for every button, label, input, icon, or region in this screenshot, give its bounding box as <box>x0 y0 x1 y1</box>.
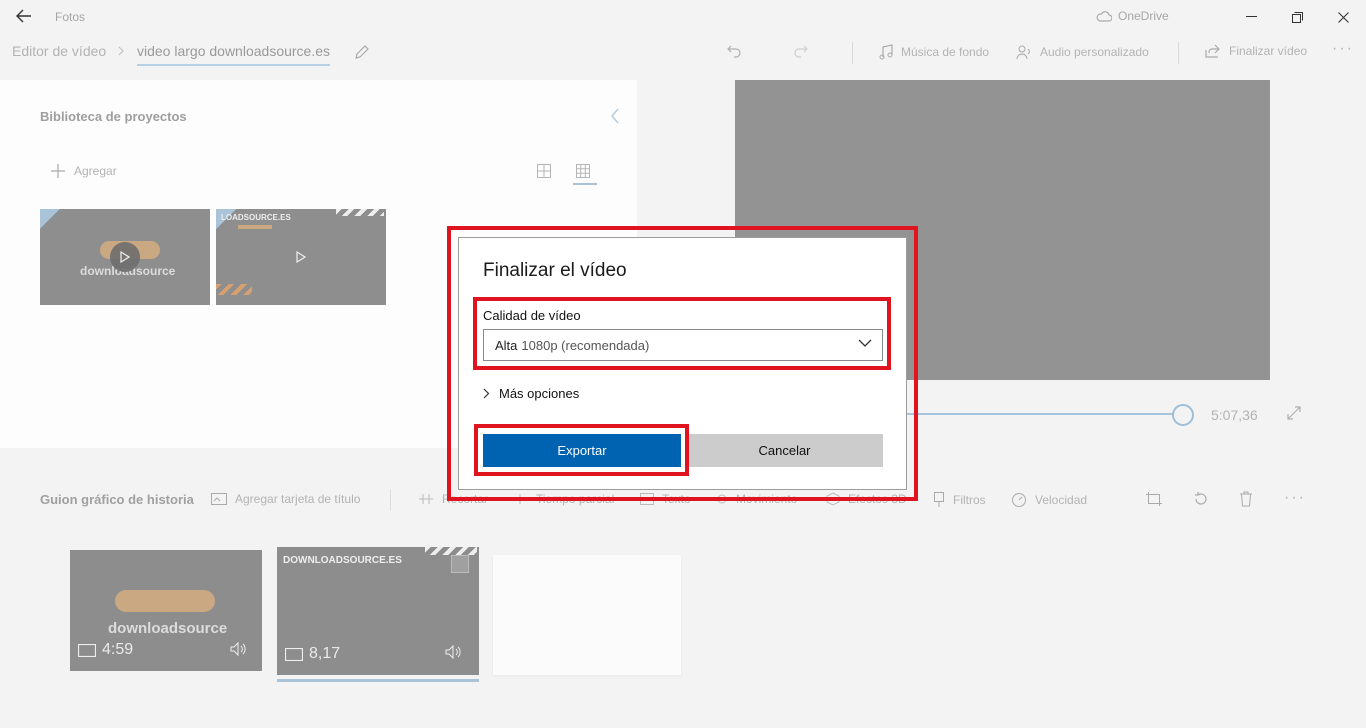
small-grid-icon[interactable] <box>576 164 590 178</box>
finish-video-label: Finalizar vídeo <box>1229 44 1308 58</box>
filters-button[interactable]: Filtros <box>933 492 986 508</box>
clip-frame-icon <box>78 643 96 657</box>
background-music-label: Música de fondo <box>901 45 990 59</box>
redo-icon[interactable] <box>793 43 809 59</box>
minimize-button[interactable] <box>1236 6 1266 28</box>
corner-fold <box>40 209 60 229</box>
finish-video-button[interactable]: Finalizar vídeo <box>1205 44 1307 58</box>
quality-value-main: Alta <box>495 337 518 353</box>
background-music-button[interactable]: Música de fondo <box>879 44 989 60</box>
clip-duration-text: 8,17 <box>309 645 341 662</box>
brand-text: LOADSOURCE.ES <box>221 213 291 222</box>
selected-clip-indicator <box>277 679 479 682</box>
more-options-icon[interactable]: ··· <box>1332 40 1354 58</box>
delete-icon[interactable] <box>1239 491 1253 507</box>
toolbar-divider <box>1178 42 1179 64</box>
add-title-card-button[interactable]: Agregar tarjeta de título <box>211 492 360 506</box>
filter-icon <box>933 492 945 508</box>
library-thumbnail[interactable]: downloadsource <box>40 209 210 305</box>
clip-duration: 4:59 <box>78 641 133 659</box>
speed-button[interactable]: Velocidad <box>1011 492 1087 508</box>
rotate-icon[interactable] <box>1193 491 1209 507</box>
dialog-title: Finalizar el vídeo <box>483 260 627 281</box>
clip-duration-text: 4:59 <box>102 641 134 658</box>
stripe-decoration <box>425 547 477 555</box>
plus-icon <box>50 163 66 179</box>
playback-scrubber-track[interactable] <box>900 413 1180 415</box>
breadcrumb-parent[interactable]: Editor de vídeo <box>12 43 106 59</box>
add-media-button[interactable]: Agregar <box>50 163 117 179</box>
close-icon <box>1337 11 1349 23</box>
collapse-chevron-icon[interactable] <box>610 108 620 124</box>
app-title: Fotos <box>55 10 86 24</box>
minimize-icon <box>1245 16 1257 18</box>
storyboard-title: Guion gráfico de historia <box>40 492 194 507</box>
logo-flame-shape <box>115 590 215 612</box>
more-options-toggle[interactable]: Más opciones <box>483 386 579 401</box>
title-card-icon <box>211 493 227 505</box>
more-options-label: Más opciones <box>499 386 580 401</box>
add-media-label: Agregar <box>74 164 117 178</box>
expand-icon[interactable] <box>1287 406 1301 420</box>
back-arrow-icon[interactable] <box>16 9 32 23</box>
filters-label: Filtros <box>953 493 986 507</box>
export-button[interactable]: Exportar <box>483 434 681 467</box>
clip-frame-icon <box>285 647 303 661</box>
clip-duration: 8,17 <box>285 645 340 663</box>
storyboard-more-icon[interactable]: ··· <box>1284 489 1306 507</box>
pencil-icon[interactable] <box>354 44 370 60</box>
cancel-button[interactable]: Cancelar <box>686 434 883 467</box>
add-title-card-label: Agregar tarjeta de título <box>235 492 361 506</box>
custom-audio-label: Audio personalizado <box>1040 45 1149 59</box>
trim-icon <box>418 493 434 505</box>
toolbar-divider <box>390 490 391 510</box>
share-icon <box>1205 44 1221 58</box>
large-grid-icon[interactable] <box>537 164 551 178</box>
storyboard-clip-selected[interactable]: DOWNLOADSOURCE.ES 8,17 <box>277 547 479 675</box>
chevron-right-icon <box>483 388 490 399</box>
onedrive-status[interactable]: OneDrive <box>1096 9 1169 23</box>
play-icon <box>110 242 140 272</box>
quality-value-detail: 1080p (recomendada) <box>521 337 650 353</box>
speed-label: Velocidad <box>1035 493 1088 507</box>
library-thumbnail[interactable]: LOADSOURCE.ES <box>216 209 386 305</box>
onedrive-label: OneDrive <box>1118 9 1169 23</box>
breadcrumb-current: video largo downloadsource.es <box>137 43 331 66</box>
chevron-right-icon <box>118 46 124 56</box>
stripe-decoration <box>336 209 384 216</box>
brand-text: downloadsource <box>108 620 228 637</box>
person-audio-icon <box>1016 44 1032 60</box>
close-button[interactable] <box>1328 6 1358 28</box>
empty-clip-slot[interactable] <box>493 555 681 675</box>
music-note-icon <box>879 44 893 60</box>
quality-label: Calidad de vídeo <box>483 308 581 323</box>
select-checkbox[interactable] <box>451 555 469 573</box>
playback-scrubber-handle[interactable] <box>1172 404 1194 426</box>
title-bar-decoration <box>238 225 272 229</box>
speedometer-icon <box>1011 492 1027 508</box>
grid-view-selected-indicator <box>573 183 597 185</box>
restore-icon <box>1291 11 1303 23</box>
stripe-decoration <box>216 284 252 295</box>
volume-icon[interactable] <box>230 642 248 656</box>
restore-button[interactable] <box>1282 6 1312 28</box>
chevron-down-icon <box>858 339 872 348</box>
video-duration: 5:07,36 <box>1211 407 1258 423</box>
custom-audio-button[interactable]: Audio personalizado <box>1016 44 1149 60</box>
brand-text: DOWNLOADSOURCE.ES <box>283 555 402 566</box>
library-title: Biblioteca de proyectos <box>40 109 187 124</box>
storyboard-clip[interactable]: downloadsource 4:59 <box>70 550 262 671</box>
volume-icon[interactable] <box>445 645 463 659</box>
play-icon <box>296 251 306 263</box>
cloud-icon <box>1096 10 1112 22</box>
undo-icon[interactable] <box>726 43 742 59</box>
toolbar-divider <box>852 42 853 64</box>
crop-icon[interactable] <box>1146 492 1162 506</box>
quality-select[interactable]: Alta 1080p (recomendada) <box>483 329 883 361</box>
